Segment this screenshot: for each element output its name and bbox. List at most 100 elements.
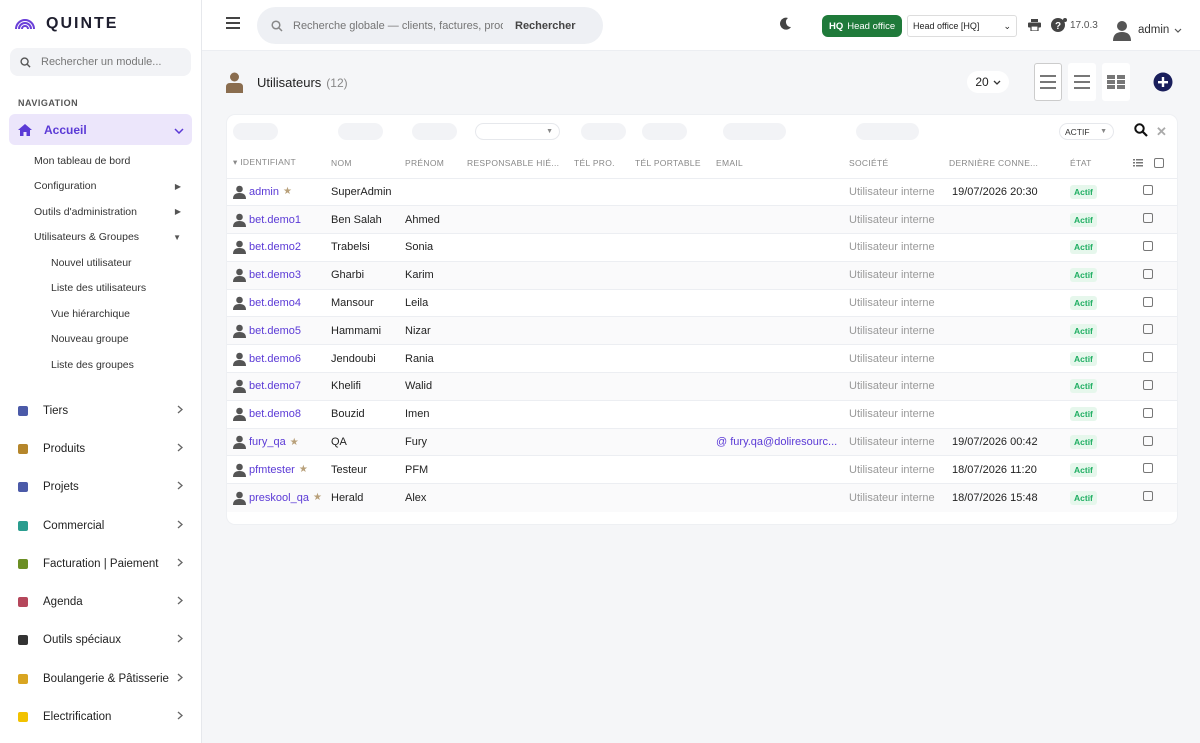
user-login-link[interactable]: bet.demo3 (233, 268, 331, 283)
user-login-link[interactable]: preskool_qa ★ (233, 491, 331, 505)
filter-firstname-input[interactable] (412, 123, 457, 140)
table-row[interactable]: bet.demo2 Trabelsi Sonia Utilisateur intern… (227, 233, 1177, 262)
col-header-firstname[interactable]: PRÉNOM (405, 148, 467, 178)
module-search-input[interactable]: Rechercher un module... (10, 48, 191, 76)
sidebar-module[interactable]: Tiers (0, 392, 201, 430)
row-select-checkbox[interactable] (1143, 185, 1153, 196)
row-select-checkbox[interactable] (1143, 463, 1153, 474)
user-login-link[interactable]: bet.demo7 (233, 379, 331, 394)
row-select-checkbox[interactable] (1143, 491, 1153, 502)
table-row[interactable]: bet.demo1 Ben Salah Ahmed Utilisateur inter… (227, 205, 1177, 234)
user-login-link[interactable]: pfmtester ★ (233, 463, 331, 477)
sidebar-module[interactable]: Agenda (0, 583, 201, 621)
filter-mobile-input[interactable] (642, 123, 687, 140)
row-select-checkbox[interactable] (1143, 213, 1153, 224)
filter-lastname-input[interactable] (338, 123, 383, 140)
sidebar-module[interactable]: Projets (0, 468, 201, 506)
table-row[interactable]: admin ★ SuperAdmin Utilisateur interne 19/07… (227, 177, 1177, 206)
filter-search-icon[interactable] (1134, 123, 1148, 137)
user-email[interactable]: @ fury.qa@doliresourc... (716, 427, 849, 456)
filter-login-input[interactable] (233, 123, 278, 140)
col-header-status[interactable]: ÉTAT (1070, 148, 1125, 178)
help-icon[interactable]: ? (1050, 17, 1068, 33)
row-select-checkbox[interactable] (1143, 324, 1153, 335)
row-select-checkbox[interactable] (1143, 240, 1153, 251)
table-row[interactable]: fury_qa ★ QA Fury @ fury.qa@doliresourc... Ut… (227, 427, 1177, 456)
per-page-select[interactable]: 20 (967, 71, 1009, 93)
sidebar-subitem[interactable]: Utilisateurs & Groupes ▼ (0, 225, 201, 251)
list-view-button[interactable] (1034, 63, 1062, 101)
filter-status-select[interactable]: ACTIF ▼ (1059, 123, 1114, 140)
user-email-text[interactable]: fury.qa@doliresourc... (730, 436, 837, 448)
row-select-checkbox[interactable] (1143, 352, 1153, 363)
add-user-button[interactable] (1153, 72, 1173, 92)
column-selector-icon[interactable] (1133, 159, 1143, 167)
entity-badge[interactable]: HQ Head office (822, 15, 903, 37)
sidebar-subitem[interactable]: Nouvel utilisateur (0, 250, 201, 276)
office-select[interactable]: Head office [HQ] ⌄ (907, 15, 1017, 37)
row-select-checkbox[interactable] (1143, 407, 1153, 418)
table-row[interactable]: bet.demo3 Gharbi Karim Utilisateur interne A… (227, 260, 1177, 290)
dark-mode-icon[interactable] (780, 17, 792, 30)
sidebar-module[interactable]: Commercial (0, 506, 201, 544)
filter-supervisor-select[interactable]: ▼ (475, 123, 560, 140)
filter-email-input[interactable] (723, 123, 786, 140)
col-header-supervisor[interactable]: RESPONSABLE HIÉ... (467, 148, 574, 178)
global-search-button[interactable]: Rechercher (515, 20, 576, 32)
user-login-link[interactable]: admin ★ (233, 185, 331, 199)
sidebar-item-accueil[interactable]: Accueil (9, 114, 192, 145)
user-supervisor (467, 288, 574, 317)
table-row[interactable]: bet.demo4 Mansour Leila Utilisateur interne… (227, 288, 1177, 317)
sidebar-subitem[interactable]: Configuration ▶ (0, 174, 201, 200)
sidebar-subitem[interactable]: Nouveau groupe (0, 327, 201, 353)
user-login-link[interactable]: fury_qa ★ (233, 435, 331, 450)
table-row[interactable]: bet.demo8 Bouzid Imen Utilisateur interne Ac… (227, 399, 1177, 429)
sidebar-module[interactable]: Outils spéciaux (0, 621, 201, 659)
col-header-lastname[interactable]: NOM (331, 148, 405, 178)
table-row[interactable]: pfmtester ★ Testeur PFM Utilisateur interne 1… (227, 455, 1177, 484)
row-select-checkbox[interactable] (1143, 435, 1153, 446)
table-row[interactable]: bet.demo6 Jendoubi Rania Utilisateur intern… (227, 344, 1177, 373)
row-select-checkbox[interactable] (1143, 268, 1153, 279)
select-all-checkbox[interactable] (1153, 158, 1164, 169)
sidebar-subitem[interactable]: Vue hiérarchique (0, 301, 201, 327)
printer-icon[interactable] (1028, 19, 1041, 31)
sidebar-module[interactable]: Boucherie (0, 736, 201, 743)
brand[interactable]: QUINTE (0, 0, 201, 48)
user-login-link[interactable]: bet.demo2 (233, 240, 331, 255)
table-row[interactable]: bet.demo5 Hammami Nizar Utilisateur interne… (227, 316, 1177, 345)
row-select-checkbox[interactable] (1143, 296, 1153, 307)
sidebar-module[interactable]: Electrification (0, 698, 201, 736)
user-login-link[interactable]: bet.demo6 (233, 352, 331, 366)
user-menu[interactable]: admin (1112, 19, 1182, 41)
kanban-view-button[interactable] (1102, 63, 1130, 101)
table-row[interactable]: preskool_qa ★ Herald Alex Utilisateur intern… (227, 483, 1177, 512)
user-login-link[interactable]: bet.demo1 (233, 213, 331, 227)
user-login-link[interactable]: bet.demo4 (233, 296, 331, 311)
sidebar-subitem[interactable]: Mon tableau de bord (0, 148, 201, 174)
hamburger-menu-icon[interactable] (226, 17, 240, 29)
row-select-checkbox[interactable] (1143, 379, 1153, 390)
user-login-link[interactable]: bet.demo5 (233, 324, 331, 338)
col-header-login[interactable]: ▾ IDENTIFIANT (227, 148, 331, 178)
col-header-actions (1125, 148, 1177, 178)
user-login-link[interactable]: bet.demo8 (233, 407, 331, 422)
global-search-input[interactable] (293, 19, 503, 32)
col-header-company[interactable]: SOCIÉTÉ (849, 148, 949, 178)
sidebar-module[interactable]: Facturation | Paiement (0, 545, 201, 583)
col-header-mobile[interactable]: TÉL PORTABLE (635, 148, 716, 178)
sidebar-module[interactable]: Boulangerie & Pâtisserie (0, 660, 201, 698)
table-row[interactable]: bet.demo7 Khelifi Walid Utilisateur interne… (227, 372, 1177, 401)
col-header-last-login[interactable]: DERNIÈRE CONNE... (949, 148, 1070, 178)
filter-clear-icon[interactable]: ✕ (1156, 124, 1167, 140)
sidebar-subitem[interactable]: Liste des groupes (0, 352, 201, 378)
sidebar-subitem[interactable]: Liste des utilisateurs (0, 276, 201, 302)
filter-phone-input[interactable] (581, 123, 626, 140)
filter-company-input[interactable] (856, 123, 919, 140)
sidebar-subitem[interactable]: Outils d'administration ▶ (0, 199, 201, 225)
col-header-email[interactable]: EMAIL (716, 148, 849, 178)
sidebar-module[interactable]: Produits (0, 430, 201, 468)
col-header-phone[interactable]: TÉL PRO. (574, 148, 635, 178)
compact-view-button[interactable] (1068, 63, 1096, 101)
chevron-right-icon (177, 558, 183, 570)
